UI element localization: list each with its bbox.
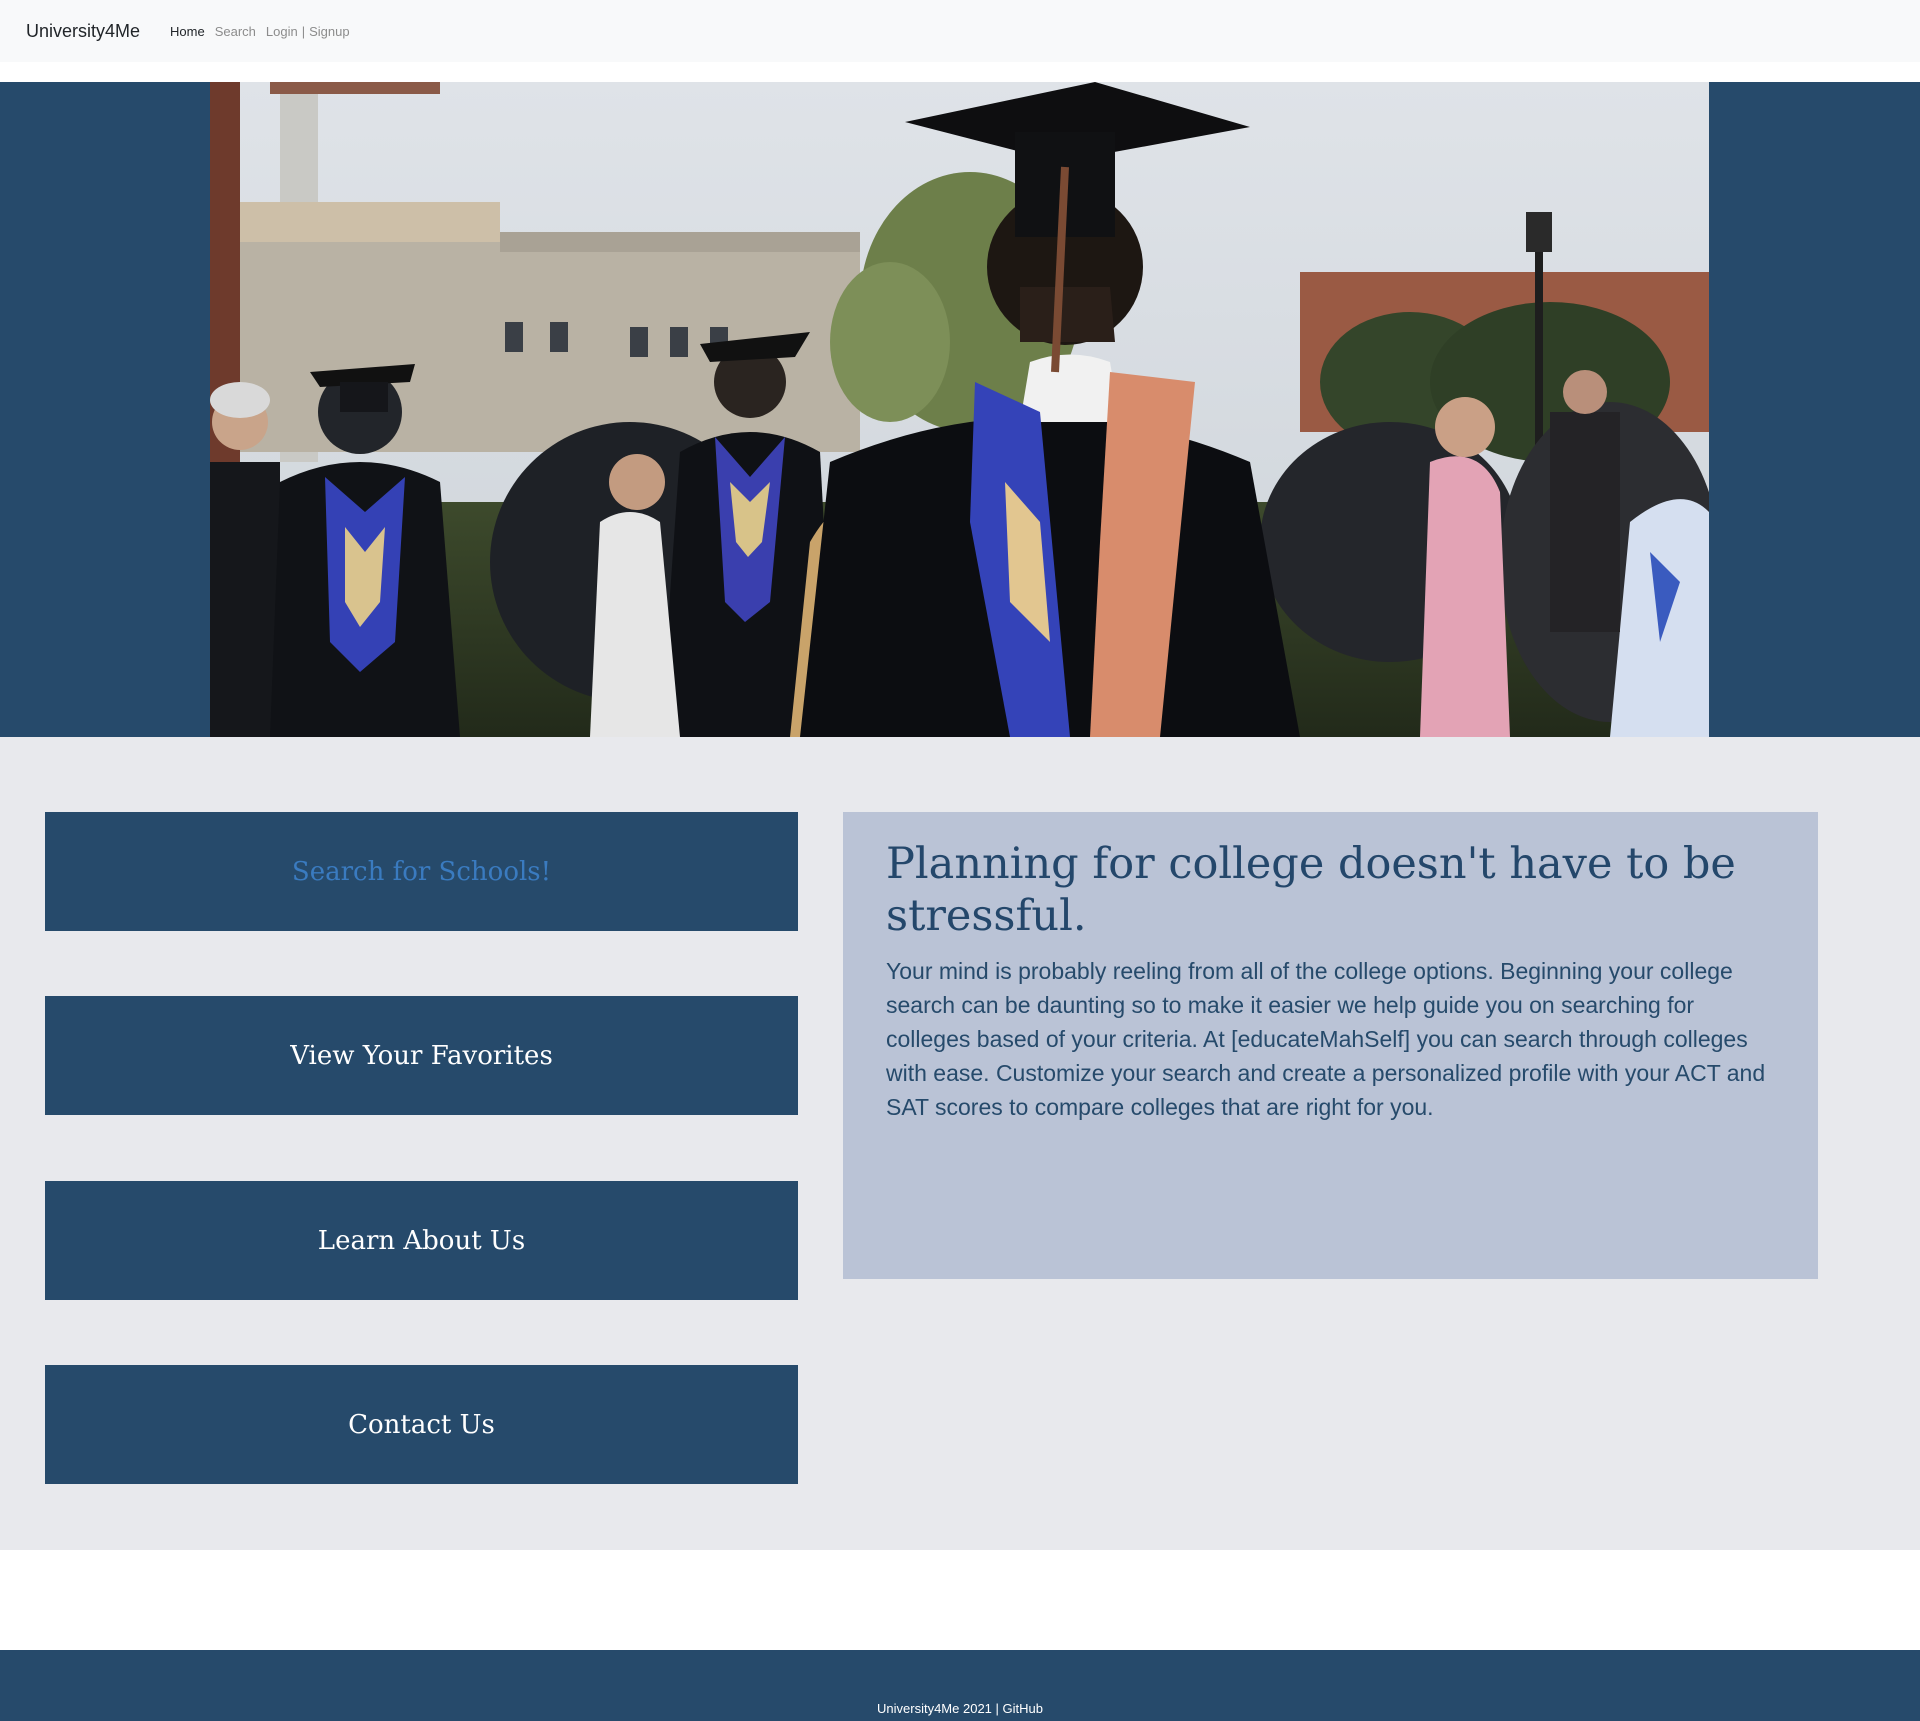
- nav-links: Home Search Login | Signup: [170, 24, 350, 39]
- intro-panel: Planning for college doesn't have to be …: [843, 812, 1818, 1279]
- nav-home-link[interactable]: Home: [170, 24, 205, 39]
- brand-link[interactable]: University4Me: [26, 21, 140, 42]
- nav-separator: |: [301, 23, 306, 39]
- main-section: Search for Schools! View Your Favorites …: [0, 737, 1920, 1550]
- nav-search-link[interactable]: Search: [215, 24, 256, 39]
- footer-github-link[interactable]: GitHub: [1003, 1701, 1043, 1716]
- nav-signup-link[interactable]: Signup: [309, 24, 349, 39]
- view-favorites-button[interactable]: View Your Favorites: [45, 996, 798, 1115]
- footer-text-wrap: University4Me 2021 | GitHub: [877, 1701, 1043, 1721]
- intro-heading: Planning for college doesn't have to be …: [886, 839, 1736, 941]
- contact-us-button[interactable]: Contact Us: [45, 1365, 798, 1484]
- graduation-ceremony-photo: [210, 82, 1709, 737]
- hero-banner: [0, 82, 1920, 737]
- search-schools-button[interactable]: Search for Schools!: [45, 812, 798, 931]
- footer: University4Me 2021 | GitHub: [0, 1650, 1920, 1721]
- footer-copyright: University4Me 2021 |: [877, 1701, 999, 1716]
- nav-login-link[interactable]: Login: [266, 24, 298, 39]
- learn-about-us-button[interactable]: Learn About Us: [45, 1181, 798, 1300]
- intro-text: Your mind is probably reeling from all o…: [886, 958, 1766, 1120]
- navbar: University4Me Home Search Login | Signup: [0, 0, 1920, 62]
